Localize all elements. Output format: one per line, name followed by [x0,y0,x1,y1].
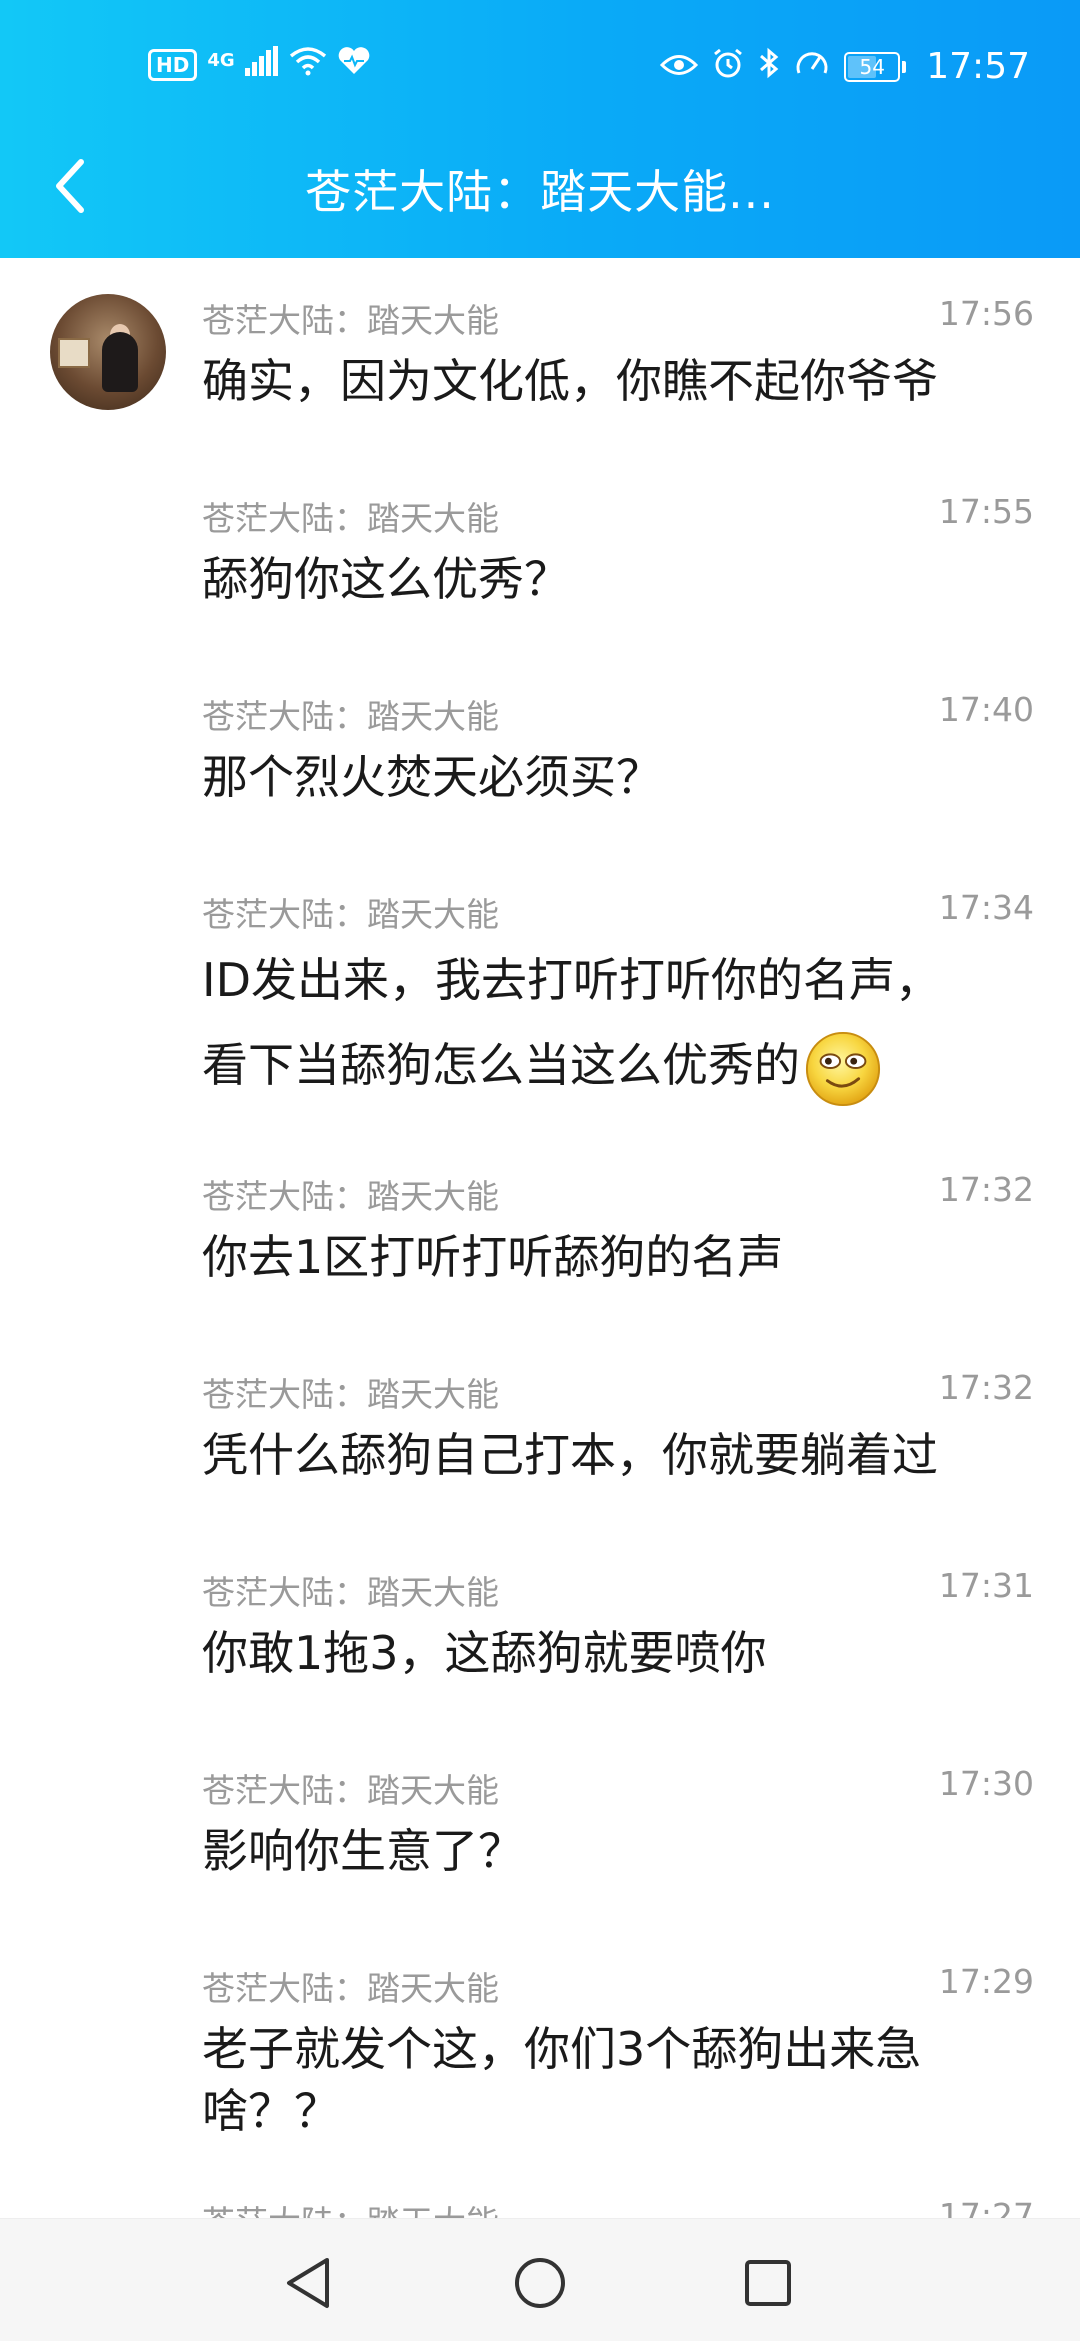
sender-name: 苍茫大陆：踏天大能 [202,1969,499,2008]
hd-badge: HD [148,49,198,81]
system-nav-bar [0,2218,1080,2341]
list-item[interactable]: 苍茫大陆：踏天大能 17:34 ID发出来，我去打听打听你的名声， 看下当舔狗怎… [202,888,1034,1110]
status-time: 17:57 [926,46,1030,87]
sender-name: 苍茫大陆：踏天大能 [202,499,499,538]
message-text: 你敢1拖3，这舔狗就要喷你 [202,1626,767,1680]
sender-name: 苍茫大陆：踏天大能 [202,2196,499,2218]
speed-icon [794,47,830,87]
message-text: 确实，因为文化低，你瞧不起你爷爷 [202,354,938,408]
battery-icon: 54 [844,51,907,82]
list-item[interactable]: 苍茫大陆：踏天大能 17:55 舔狗你这么优秀？ [202,492,1034,614]
message-line: ID发出来，我去打听打听你的名声， [202,953,941,1007]
list-item[interactable]: 苍茫大陆：踏天大能 17:32 凭什么舔狗自己打本，你就要躺着过 [202,1368,1034,1490]
wifi-icon [289,46,327,84]
message-text: 老子就发个这，你们3个舔狗出来急 啥？？ [202,2014,1034,2146]
message-time: 17:55 [938,492,1034,531]
nav-home-button[interactable] [510,2253,570,2313]
grin-emoji-icon [805,1031,881,1106]
list-item[interactable]: 苍茫大陆：踏天大能 17:40 那个烈火焚天必须买？ [202,690,1034,812]
list-item[interactable]: 苍茫大陆：踏天大能 17:32 你去1区打听打听舔狗的名声 [202,1170,1034,1292]
list-item[interactable]: 苍茫大陆：踏天大能 17:29 老子就发个这，你们3个舔狗出来急 啥？？ [202,1962,1034,2146]
message-text: 舔狗你这么优秀？ [202,552,570,606]
message-line: 看下当舔狗怎么当这么优秀的 [202,1038,800,1092]
message-line: 啥？？ [202,2084,340,2138]
nav-bar: 苍茫大陆：踏天大能... [0,140,1080,230]
sender-name: 苍茫大陆：踏天大能 [202,1573,499,1612]
page-title: 苍茫大陆：踏天大能... [305,165,775,219]
alarm-icon [712,47,744,87]
network-type: 4G [207,49,235,71]
sender-name: 苍茫大陆：踏天大能 [202,301,499,340]
message-time: 17:31 [938,1566,1034,1605]
list-item[interactable]: 苍茫大陆：踏天大能 17:31 你敢1拖3，这舔狗就要喷你 [202,1566,1034,1688]
message-time: 17:27 [938,2196,1034,2218]
triangle-back-icon [287,2258,329,2308]
list-item[interactable]: 苍茫大陆：踏天大能 17:27 [202,2196,1034,2218]
eye-icon [660,48,699,86]
nav-back-button[interactable] [278,2253,338,2313]
bluetooth-icon [758,47,780,87]
message-text: ID发出来，我去打听打听你的名声， 看下当舔狗怎么当这么优秀的 [202,940,1034,1110]
sender-name: 苍茫大陆：踏天大能 [202,895,499,934]
app-header: HD 4G 54 17:57 苍茫大陆：踏天大能... [0,0,1080,258]
status-left: HD 4G [148,46,371,84]
message-time: 17:34 [938,888,1034,927]
message-time: 17:40 [938,690,1034,729]
battery-level: 54 [859,54,885,79]
sender-name: 苍茫大陆：踏天大能 [202,1177,499,1216]
message-time: 17:30 [938,1764,1034,1803]
message-time: 17:29 [938,1962,1034,2001]
avatar[interactable] [50,294,166,410]
nav-recents-button[interactable] [738,2253,798,2313]
sender-name: 苍茫大陆：踏天大能 [202,1771,499,1810]
message-time: 17:56 [938,294,1034,333]
status-bar: HD 4G 54 17:57 [0,30,1080,102]
circle-home-icon [515,2258,565,2308]
list-item[interactable]: 苍茫大陆：踏天大能 17:56 确实，因为文化低，你瞧不起你爷爷 [202,294,1034,416]
sender-name: 苍茫大陆：踏天大能 [202,697,499,736]
square-recents-icon [745,2260,791,2306]
message-text: 凭什么舔狗自己打本，你就要躺着过 [202,1428,938,1482]
message-line: 老子就发个这，你们3个舔狗出来急 [202,2022,922,2076]
message-time: 17:32 [938,1368,1034,1407]
status-right: 54 17:57 [660,46,1030,87]
message-text: 影响你生意了？ [202,1824,524,1878]
sender-name: 苍茫大陆：踏天大能 [202,1375,499,1414]
signal-icon [244,46,279,84]
heart-icon [337,46,371,84]
message-time: 17:32 [938,1170,1034,1209]
message-list[interactable]: 苍茫大陆：踏天大能 17:56 确实，因为文化低，你瞧不起你爷爷 苍茫大陆：踏天… [0,258,1080,2218]
list-item[interactable]: 苍茫大陆：踏天大能 17:30 影响你生意了？ [202,1764,1034,1886]
message-text: 那个烈火焚天必须买？ [202,750,662,804]
message-text: 你去1区打听打听舔狗的名声 [202,1230,784,1284]
